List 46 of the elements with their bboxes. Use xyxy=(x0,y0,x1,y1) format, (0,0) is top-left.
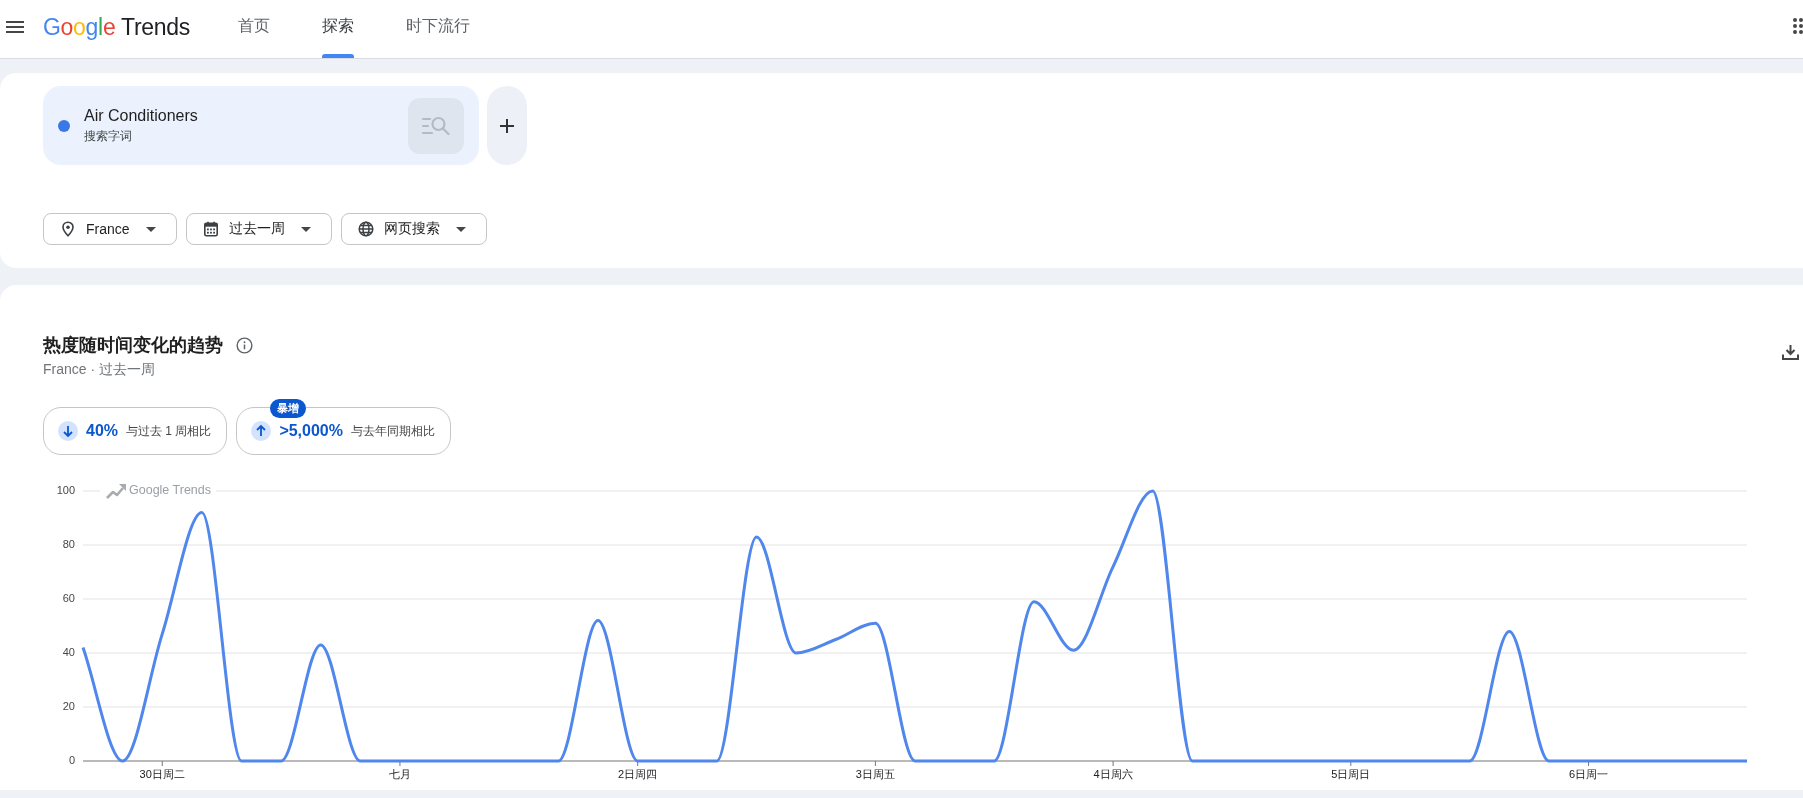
filter-dropdown[interactable]: 过去一周 xyxy=(185,213,332,245)
comparison-label: 与去年同期相比 xyxy=(351,422,435,440)
arrow-down-icon xyxy=(58,421,78,441)
x-axis-label: 6日周一 xyxy=(1568,767,1609,780)
menu-icon[interactable] xyxy=(6,21,24,33)
change-value: >5,000% xyxy=(279,422,343,440)
nav-tab[interactable]: 探索 xyxy=(322,0,355,58)
globe-icon xyxy=(357,221,374,237)
caret-down-icon xyxy=(455,226,466,232)
x-axis-label: 3日周五 xyxy=(855,767,895,780)
spike-tag: 暴增 xyxy=(270,399,307,418)
section-subtitle: France · 过去一周 xyxy=(43,360,156,379)
nav-tab[interactable]: 首页 xyxy=(238,0,271,58)
section-title: 热度随时间变化的趋势 xyxy=(43,334,223,357)
x-axis-label: 4日周六 xyxy=(1093,767,1133,780)
caret-down-icon xyxy=(300,226,311,232)
x-axis-label: 30日周二 xyxy=(139,767,185,780)
download-icon xyxy=(1781,344,1799,360)
x-axis-label: 七月 xyxy=(388,767,411,780)
info-icon[interactable] xyxy=(236,336,253,354)
y-axis-label: 40 xyxy=(62,645,75,658)
location-pin-icon xyxy=(60,221,76,237)
x-axis-label: 2日周四 xyxy=(618,767,658,780)
search-term-card[interactable]: Air Conditioners 搜索字词 xyxy=(43,86,479,165)
arrow-up-icon xyxy=(251,421,272,441)
x-axis-label: 5日周日 xyxy=(1331,767,1371,780)
filter-dropdown[interactable]: France xyxy=(43,213,177,245)
comparison-label: 与过去 1 周相比 xyxy=(126,422,212,440)
y-axis-label: 100 xyxy=(56,483,75,496)
search-term: Air Conditioners xyxy=(84,106,198,125)
chart-logo-text: Google Trends xyxy=(129,483,211,498)
list-search-icon xyxy=(421,114,451,137)
y-axis-label: 80 xyxy=(62,537,75,550)
nav-tab[interactable]: 时下流行 xyxy=(406,0,471,58)
filter-dropdown[interactable]: 网页搜索 xyxy=(340,213,487,245)
y-axis-label: 60 xyxy=(62,591,75,604)
trend-arrow-icon xyxy=(106,484,126,499)
logo-wordmark[interactable]: Google Trends xyxy=(43,13,191,41)
calendar-icon xyxy=(202,221,219,237)
change-value: 40% xyxy=(86,422,119,440)
plus-icon xyxy=(499,117,515,134)
apps-grid-icon[interactable] xyxy=(1792,18,1803,34)
term-type: 搜索字词 xyxy=(84,127,132,145)
caret-down-icon xyxy=(145,226,156,232)
y-axis-label: 20 xyxy=(62,699,75,712)
y-axis-label: 0 xyxy=(68,753,75,766)
